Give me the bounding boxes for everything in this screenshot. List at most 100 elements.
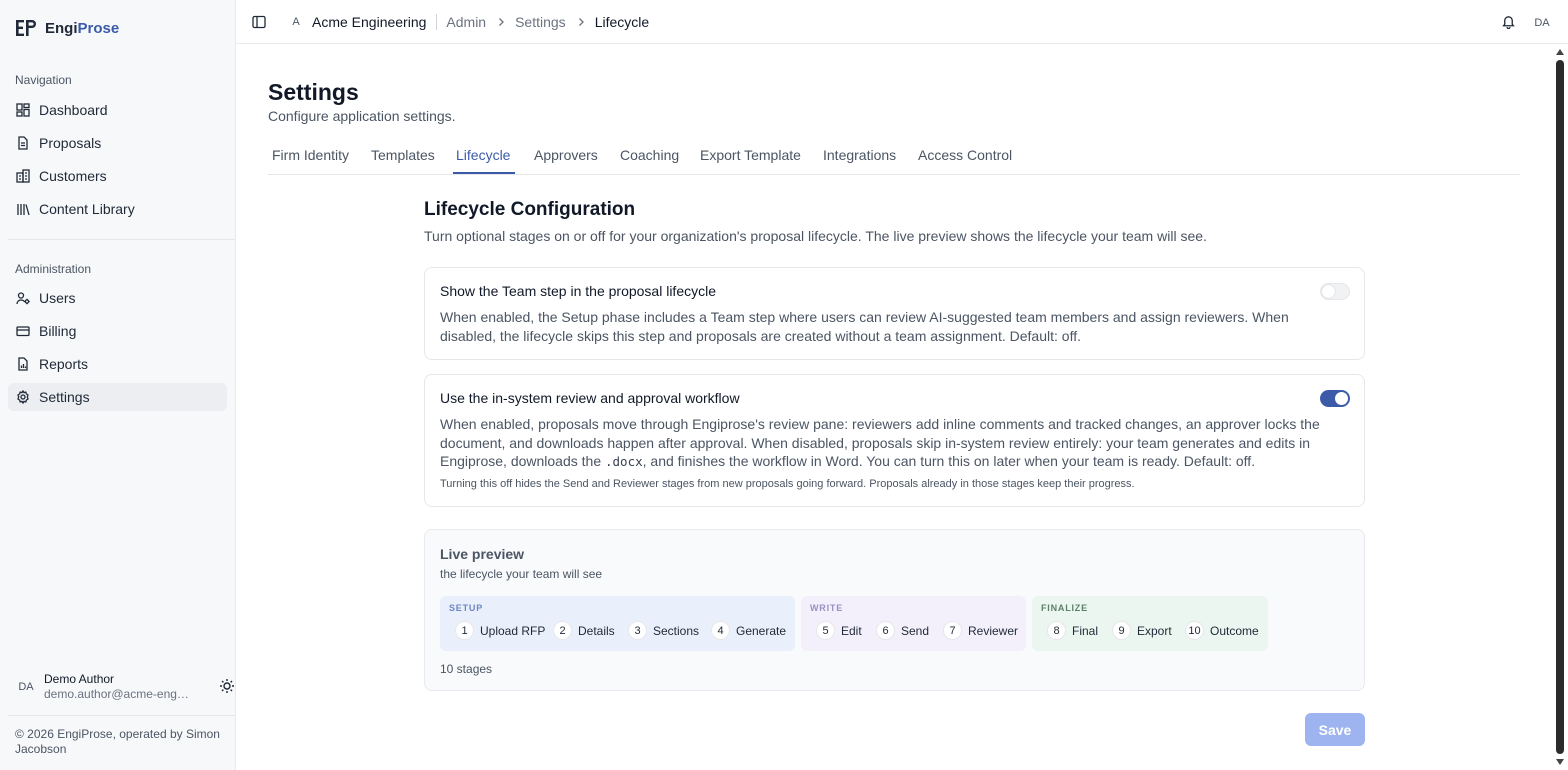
- live-preview: Live preview the lifecycle your team wil…: [424, 529, 1365, 691]
- sidebar-divider: [8, 239, 235, 240]
- gear-icon: [17, 390, 29, 404]
- toggle-knob: [1335, 392, 1348, 405]
- scroll-thumb[interactable]: [1556, 60, 1564, 754]
- sidebar-item-reports[interactable]: Reports: [8, 350, 227, 378]
- step-label: Edit: [841, 623, 862, 638]
- stage-step: 2 Details: [553, 621, 615, 640]
- stage-group-finalize: FINALIZE 8 Final 9 Export 10 Outcome: [1032, 596, 1268, 651]
- tab-export-template[interactable]: Export Template: [700, 147, 801, 163]
- scroll-up-arrow[interactable]: [1556, 49, 1564, 55]
- sidebar-item-proposals[interactable]: Proposals: [8, 129, 227, 157]
- brand[interactable]: EngiProse: [15, 18, 119, 38]
- sidebar-item-dashboard[interactable]: Dashboard: [8, 96, 227, 124]
- sidebar-item-label: Reports: [39, 356, 89, 372]
- stage-step: 5 Edit: [816, 621, 862, 640]
- review-workflow-toggle[interactable]: [1320, 390, 1350, 407]
- stage-step: 4 Generate: [711, 621, 786, 640]
- page-title: Settings: [268, 79, 359, 105]
- document-icon: [18, 136, 28, 150]
- user-info: Demo Author demo.author@acme-engineering…: [44, 672, 194, 701]
- sidebar-item-settings[interactable]: Settings: [8, 383, 227, 411]
- active-tab-indicator: [453, 172, 515, 174]
- brand-prefix: Engi: [45, 19, 78, 37]
- brand-suffix: Prose: [77, 19, 120, 37]
- stage-step: 6 Send: [876, 621, 929, 640]
- user-name: Demo Author: [44, 672, 115, 686]
- credit-card-icon: [16, 326, 30, 337]
- sun-icon[interactable]: [219, 678, 235, 694]
- org-avatar[interactable]: A: [286, 12, 306, 32]
- stage-step: 9 Export: [1112, 621, 1172, 640]
- brand-name: EngiProse: [45, 20, 119, 37]
- tab-coaching[interactable]: Coaching: [620, 147, 679, 163]
- review-workflow-title: Use the in-system review and approval wo…: [440, 390, 740, 406]
- user-avatar[interactable]: DA: [1530, 11, 1554, 35]
- step-label: Outcome: [1210, 623, 1259, 638]
- scroll-down-arrow[interactable]: [1556, 759, 1564, 765]
- tab-lifecycle[interactable]: Lifecycle: [456, 147, 510, 163]
- step-label: Final: [1072, 623, 1099, 638]
- step-label: Send: [901, 623, 930, 638]
- step-label: Sections: [653, 623, 700, 638]
- sidebar-item-customers[interactable]: Customers: [8, 162, 227, 190]
- step-label: Export: [1137, 623, 1172, 638]
- building-icon: [16, 169, 30, 183]
- admin-section-label: Administration: [15, 262, 92, 276]
- sidebar-footer-divider: [8, 715, 235, 716]
- page-subtitle: Configure application settings.: [268, 108, 456, 124]
- step-label: Details: [578, 623, 615, 638]
- tab-templates[interactable]: Templates: [371, 147, 435, 163]
- breadcrumb-admin[interactable]: Admin: [446, 14, 486, 30]
- breadcrumb-settings[interactable]: Settings: [515, 14, 566, 30]
- review-workflow-description: When enabled, proposals move through Eng…: [440, 415, 1335, 472]
- nav-section-label: Navigation: [15, 73, 72, 87]
- step-number: 6: [876, 621, 895, 640]
- team-step-description: When enabled, the Setup phase includes a…: [440, 309, 1289, 344]
- tab-firm-identity[interactable]: Firm Identity: [272, 147, 349, 163]
- tab-integrations[interactable]: Integrations: [823, 147, 896, 163]
- user-profile[interactable]: DA Demo Author demo.author@acme-engineer…: [15, 672, 234, 701]
- breadcrumb-current: Lifecycle: [594, 13, 650, 30]
- tab-access-control[interactable]: Access Control: [918, 147, 1012, 163]
- topbar-divider: [436, 13, 438, 30]
- report-icon: [18, 357, 28, 371]
- sidebar-item-label: Proposals: [39, 135, 102, 151]
- lifecycle-title: Lifecycle Configuration: [424, 199, 636, 220]
- sidebar-item-label: Billing: [39, 323, 77, 339]
- stage-step: 7 Reviewer: [943, 621, 1018, 640]
- live-preview-title: Live preview: [440, 546, 525, 562]
- avatar: DA: [18, 680, 34, 693]
- tab-approvers[interactable]: Approvers: [534, 147, 598, 163]
- save-button[interactable]: Save: [1305, 713, 1365, 746]
- step-number: 8: [1047, 621, 1066, 640]
- stage-step: 3 Sections: [628, 621, 699, 640]
- step-label: Reviewer: [968, 623, 1019, 638]
- step-label: Upload RFP: [480, 623, 546, 638]
- team-step-title: Show the Team step in the proposal lifec…: [440, 283, 717, 299]
- stage-step: 10 Outcome: [1185, 621, 1259, 640]
- chevron-right-icon: [499, 17, 505, 26]
- library-icon: [17, 204, 30, 216]
- step-number: 2: [553, 621, 572, 640]
- sidebar-item-users[interactable]: Users: [8, 284, 227, 312]
- lifecycle-description: Turn optional stages on or off for your …: [424, 228, 1207, 244]
- users-icon: [16, 292, 30, 305]
- bell-icon[interactable]: [1501, 14, 1516, 29]
- stage-group-setup: SETUP 1 Upload RFP 2 Details 3 Sections 4 Ge…: [440, 596, 795, 651]
- settings-tabs: Firm Identity Templates Lifecycle Approv…: [268, 136, 1520, 175]
- sidebar-toggle-icon[interactable]: [252, 15, 266, 29]
- sidebar-item-label: Settings: [39, 389, 90, 405]
- dashboard-icon: [16, 103, 30, 117]
- sidebar-item-billing[interactable]: Billing: [8, 317, 227, 345]
- org-name[interactable]: Acme Engineering: [312, 14, 426, 30]
- team-step-toggle[interactable]: [1320, 283, 1350, 300]
- sidebar-item-label: Content Library: [39, 201, 135, 217]
- stage-group-label: FINALIZE: [1041, 603, 1088, 613]
- sidebar-item-content-library[interactable]: Content Library: [8, 195, 227, 223]
- review-workflow-card: Use the in-system review and approval wo…: [424, 374, 1365, 507]
- sidebar-item-label: Users: [39, 290, 76, 306]
- page-scrollbar[interactable]: [1552, 44, 1568, 770]
- stage-count: 10 stages: [440, 662, 493, 676]
- sidebar-item-label: Dashboard: [39, 102, 108, 118]
- topbar: A Acme Engineering Admin Settings Lifecy…: [236, 0, 1568, 44]
